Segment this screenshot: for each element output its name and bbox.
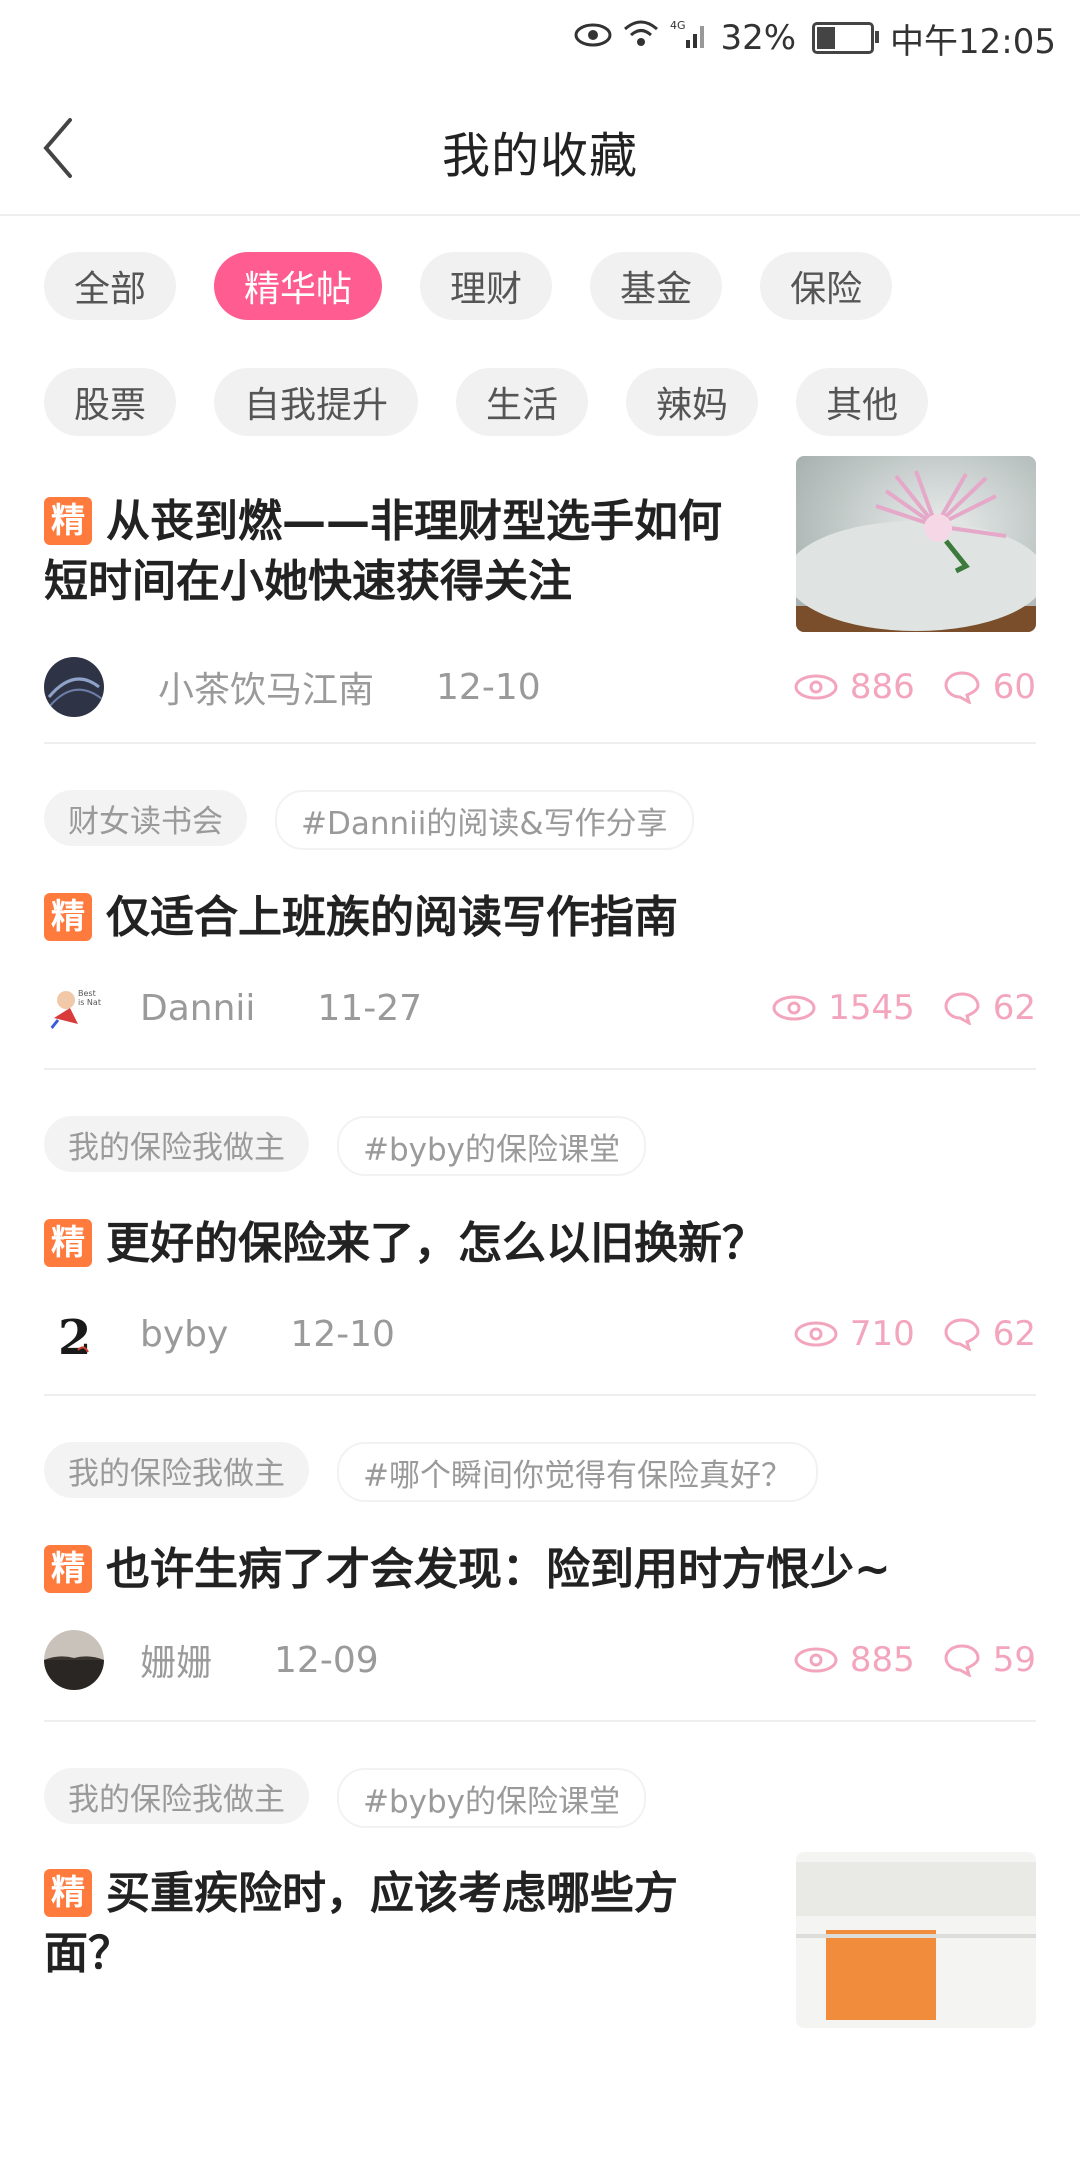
featured-badge: 精 <box>44 893 92 941</box>
post-thumbnail[interactable] <box>796 456 1036 632</box>
post-date: 12-10 <box>290 1313 395 1355</box>
header: 我的收藏 <box>0 76 1080 216</box>
topic-tag[interactable]: #Dannii的阅读&写作分享 <box>275 790 694 850</box>
eye-icon <box>794 1320 838 1348</box>
filter-chips: 全部 精华帖 理财 基金 保险 股票 自我提升 生活 辣妈 其他 <box>0 216 1080 436</box>
post-thumbnail[interactable] <box>796 1852 1036 2028</box>
filter-chip-stocks[interactable]: 股票 <box>44 368 177 436</box>
post-title[interactable]: 精仅适合上班族的阅读写作指南 <box>44 850 1036 948</box>
comment-count: 59 <box>992 1640 1036 1680</box>
eye-icon <box>794 1646 838 1674</box>
post-item[interactable]: 我的保险我做主 #byby的保险课堂 精买重疾险时，应该考虑哪些方面？ <box>44 1722 1036 2028</box>
filter-chip-all[interactable]: 全部 <box>44 252 177 320</box>
group-tag[interactable]: 财女读书会 <box>44 790 247 846</box>
topic-tag[interactable]: #byby的保险课堂 <box>337 1768 647 1828</box>
featured-badge: 精 <box>44 1869 92 1917</box>
battery-percent: 32% <box>720 18 797 58</box>
post-title[interactable]: 精买重疾险时，应该考虑哪些方面？ <box>44 1828 734 2028</box>
post-tags: 我的保险我做主 #哪个瞬间你觉得有保险真好？ <box>44 1396 1036 1502</box>
post-title[interactable]: 精也许生病了才会发现：险到用时方恨少~ <box>44 1502 1036 1600</box>
post-title[interactable]: 精从丧到燃——非理财型选手如何短时间在小她快速获得关注 <box>44 456 734 632</box>
battery-icon <box>812 22 880 54</box>
filter-chip-finance[interactable]: 理财 <box>420 252 553 320</box>
comment-count: 62 <box>992 1314 1036 1354</box>
comment-icon <box>943 1643 981 1677</box>
signal-icon: 4G <box>670 18 710 58</box>
eye-icon <box>772 994 816 1022</box>
post-date: 11-27 <box>317 987 423 1029</box>
view-count: 1545 <box>828 988 915 1028</box>
post-tags: 我的保险我做主 #byby的保险课堂 <box>44 1070 1036 1176</box>
wifi-icon <box>622 19 660 57</box>
eye-icon <box>574 21 612 56</box>
svg-text:2: 2 <box>58 1310 91 1364</box>
status-time: 中午12:05 <box>890 21 1056 62</box>
post-stats: 710 62 <box>794 1314 1036 1354</box>
post-body: 精从丧到燃——非理财型选手如何短时间在小她快速获得关注 <box>44 456 1036 632</box>
filter-row-1: 全部 精华帖 理财 基金 保险 <box>44 252 1036 320</box>
eye-icon <box>794 673 838 701</box>
page-title: 我的收藏 <box>441 128 638 184</box>
author-name[interactable]: 姗姗 <box>140 1634 212 1686</box>
group-tag[interactable]: 我的保险我做主 <box>44 1768 309 1824</box>
view-count: 710 <box>849 1314 915 1354</box>
author-name[interactable]: 小茶饮马江南 <box>158 661 374 713</box>
post-meta: 小茶饮马江南 12-10 886 60 <box>44 632 1036 742</box>
svg-text:is Nat: is Nat <box>78 998 101 1007</box>
comment-icon <box>943 670 981 704</box>
filter-chip-mom[interactable]: 辣妈 <box>626 368 759 436</box>
svg-text:Best: Best <box>78 989 96 998</box>
filter-chip-fund[interactable]: 基金 <box>590 252 723 320</box>
status-bar: 4G 32% 中午12:05 <box>0 0 1080 76</box>
post-list: 精从丧到燃——非理财型选手如何短时间在小她快速获得关注 小茶饮马江南 12-10… <box>0 456 1080 2028</box>
post-date: 12-09 <box>274 1639 379 1681</box>
featured-badge: 精 <box>44 1545 92 1593</box>
comment-count: 60 <box>992 667 1036 707</box>
view-count: 885 <box>849 1640 915 1680</box>
post-item[interactable]: 精从丧到燃——非理财型选手如何短时间在小她快速获得关注 小茶饮马江南 12-10… <box>44 456 1036 744</box>
filter-chip-other[interactable]: 其他 <box>796 368 929 436</box>
post-item[interactable]: 我的保险我做主 #byby的保险课堂 精更好的保险来了，怎么以旧换新？ 2 by… <box>44 1070 1036 1396</box>
view-count: 886 <box>849 667 915 707</box>
comment-icon <box>943 991 981 1025</box>
topic-tag[interactable]: #byby的保险课堂 <box>337 1116 647 1176</box>
post-item[interactable]: 我的保险我做主 #哪个瞬间你觉得有保险真好？ 精也许生病了才会发现：险到用时方恨… <box>44 1396 1036 1722</box>
comment-count: 62 <box>992 988 1036 1028</box>
comment-icon <box>943 1317 981 1351</box>
group-tag[interactable]: 我的保险我做主 <box>44 1442 309 1498</box>
featured-badge: 精 <box>44 497 92 545</box>
avatar[interactable] <box>44 657 104 717</box>
group-tag[interactable]: 我的保险我做主 <box>44 1116 309 1172</box>
avatar[interactable] <box>44 1630 104 1690</box>
post-stats: 885 59 <box>794 1640 1036 1680</box>
filter-chip-self-improvement[interactable]: 自我提升 <box>214 368 419 436</box>
post-body: 精买重疾险时，应该考虑哪些方面？ <box>44 1828 1036 2028</box>
avatar[interactable]: Best is Nat <box>44 978 104 1038</box>
filter-chip-featured[interactable]: 精华帖 <box>214 252 383 320</box>
post-tags: 我的保险我做主 #byby的保险课堂 <box>44 1722 1036 1828</box>
post-meta: Best is Nat Dannii 11-27 1545 62 <box>44 948 1036 1068</box>
featured-badge: 精 <box>44 1219 92 1267</box>
filter-chip-life[interactable]: 生活 <box>456 368 589 436</box>
post-meta: 姗姗 12-09 885 59 <box>44 1600 1036 1720</box>
post-stats: 1545 62 <box>772 988 1036 1028</box>
author-name[interactable]: byby <box>140 1314 228 1355</box>
filter-chip-insurance[interactable]: 保险 <box>760 252 893 320</box>
avatar[interactable]: 2 <box>44 1304 104 1364</box>
post-stats: 886 60 <box>794 667 1036 707</box>
svg-text:4G: 4G <box>670 19 686 32</box>
filter-row-2: 股票 自我提升 生活 辣妈 其他 <box>44 368 1036 436</box>
topic-tag[interactable]: #哪个瞬间你觉得有保险真好？ <box>337 1442 818 1502</box>
post-item[interactable]: 财女读书会 #Dannii的阅读&写作分享 精仅适合上班族的阅读写作指南 Bes… <box>44 744 1036 1070</box>
post-meta: 2 byby 12-10 710 62 <box>44 1274 1036 1394</box>
post-tags: 财女读书会 #Dannii的阅读&写作分享 <box>44 744 1036 850</box>
post-title[interactable]: 精更好的保险来了，怎么以旧换新？ <box>44 1176 1036 1274</box>
author-name[interactable]: Dannii <box>140 988 255 1029</box>
post-date: 12-10 <box>436 666 541 708</box>
